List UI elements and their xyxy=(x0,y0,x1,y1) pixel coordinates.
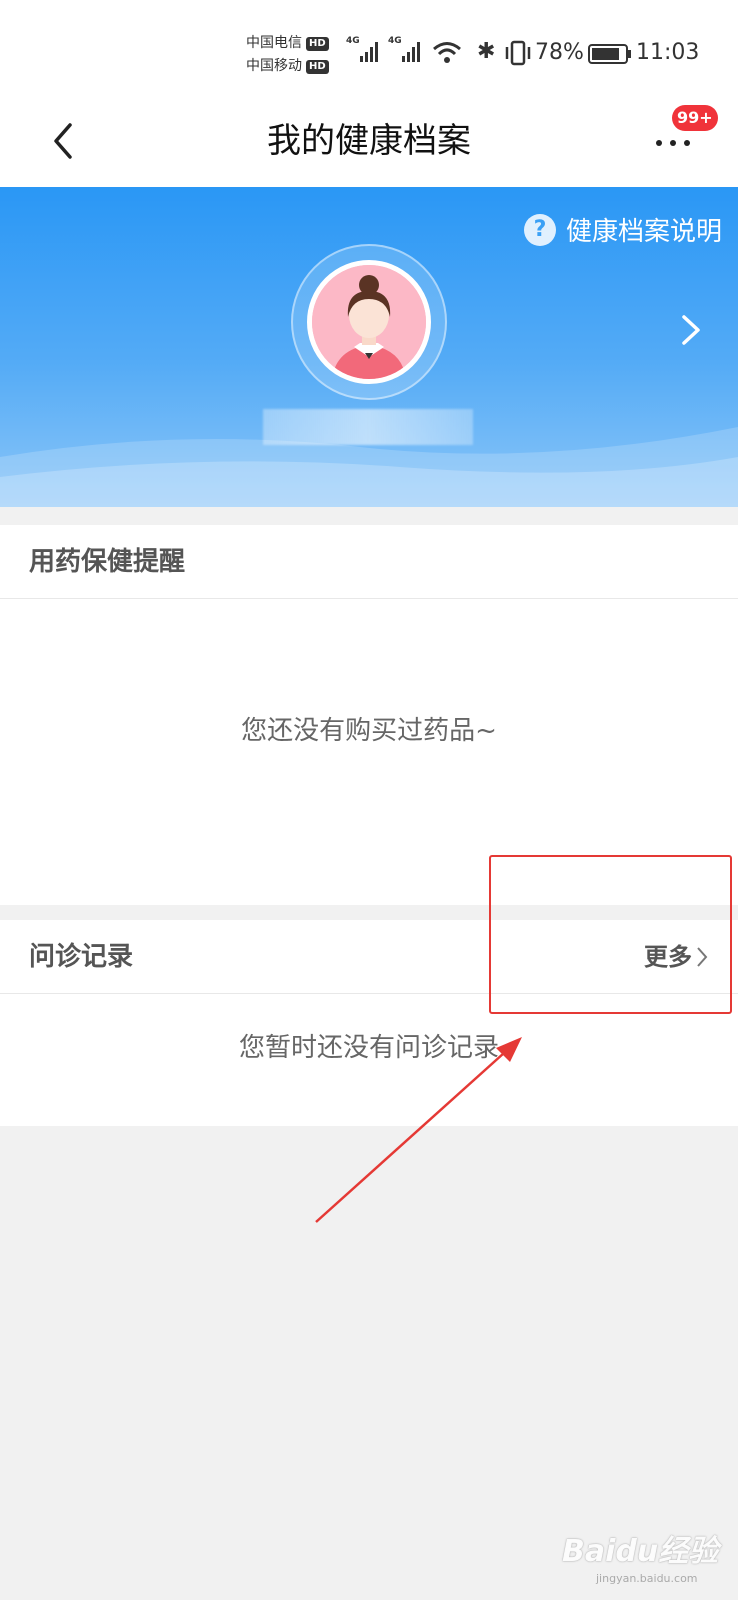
page-title: 我的健康档案 xyxy=(267,121,471,161)
question-icon: ? xyxy=(523,213,556,246)
hd-badge-2: HD xyxy=(306,59,329,74)
carrier-info: 中国电信 HD 中国移动 HD xyxy=(246,32,329,78)
carrier-name-1: 中国电信 xyxy=(246,35,302,51)
chevron-right-small-icon xyxy=(697,947,708,967)
notification-badge: 99+ xyxy=(672,105,718,131)
back-button[interactable] xyxy=(44,115,84,167)
battery-level: 78% xyxy=(535,40,584,65)
female-avatar-icon xyxy=(312,265,426,379)
clock: 11:03 xyxy=(636,40,700,65)
bluetooth-icon: ✱ xyxy=(477,39,496,64)
consultation-section-header: 问诊记录 更多 xyxy=(0,920,738,994)
avatar xyxy=(307,260,431,384)
profile-banner: ? 健康档案说明 xyxy=(0,187,738,507)
chevron-right-icon[interactable] xyxy=(680,313,702,347)
hd-badge-1: HD xyxy=(306,36,329,51)
medication-section-title: 用药保健提醒 xyxy=(29,547,186,577)
nav-bar: 我的健康档案 xyxy=(0,95,738,187)
username-redacted xyxy=(263,409,473,445)
medication-reminder-section: 用药保健提醒 您还没有购买过药品~ xyxy=(0,525,738,905)
network-type-2: 4G xyxy=(388,36,402,46)
signal-indicators: 4G 4G xyxy=(346,36,420,62)
consultation-section-title: 问诊记录 xyxy=(29,942,134,972)
help-label: 健康档案说明 xyxy=(565,217,722,247)
consultation-empty-message: 您暂时还没有问诊记录 xyxy=(238,1033,499,1063)
battery-icon xyxy=(588,44,631,64)
status-bar: 中国电信 HD 中国移动 HD 4G 4G ✱ 78% 11:03 xyxy=(0,0,738,95)
baidu-watermark: Baidu经验 xyxy=(562,1534,719,1569)
chevron-left-icon xyxy=(54,123,72,159)
more-dots-icon xyxy=(656,140,690,146)
more-consultations-link[interactable]: 更多 xyxy=(644,920,708,994)
watermark-url: jingyan.baidu.com xyxy=(596,1572,698,1585)
health-record-help-link[interactable]: ? 健康档案说明 xyxy=(523,211,722,248)
wifi-icon xyxy=(433,42,461,63)
avatar-button[interactable] xyxy=(291,244,447,400)
signal-2-icon: 4G xyxy=(388,36,420,62)
vibrate-icon xyxy=(505,40,531,66)
signal-1-icon: 4G xyxy=(346,36,378,62)
network-type-1: 4G xyxy=(346,36,360,46)
medication-section-header: 用药保健提醒 xyxy=(0,525,738,599)
carrier-name-2: 中国移动 xyxy=(246,58,302,74)
more-label: 更多 xyxy=(644,943,692,971)
consultation-records-section: 问诊记录 更多 您暂时还没有问诊记录 xyxy=(0,920,738,1126)
medication-empty-message: 您还没有购买过药品~ xyxy=(241,716,497,746)
